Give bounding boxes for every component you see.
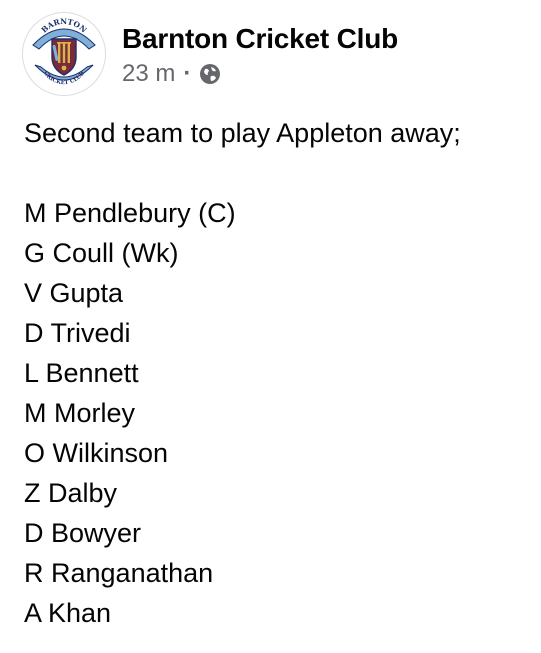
player-item: Z Dalby (24, 478, 118, 508)
player-item: D Bowyer (24, 518, 142, 548)
player-item: O Wilkinson (24, 438, 169, 468)
post-timestamp[interactable]: 23 m (122, 60, 175, 88)
player-item: V Gupta (24, 278, 124, 308)
player-item: A Khan (24, 598, 112, 628)
player-item: L Bennett (24, 358, 139, 388)
globe-icon[interactable] (199, 63, 221, 85)
player-item: M Pendlebury (C) (24, 198, 236, 228)
page-name-link[interactable]: Barnton Cricket Club (122, 22, 398, 56)
player-list: M Pendlebury (C) G Coull (Wk) V Gupta D … (24, 193, 524, 633)
post-header: BARNTON CRICKET CLUB Barnton Cricket Clu… (22, 12, 398, 96)
post-intro-text: Second team to play Appleton away; (24, 118, 461, 148)
separator-dot: · (183, 60, 192, 87)
post-body: Second team to play Appleton away; M Pen… (24, 113, 524, 633)
player-item: G Coull (Wk) (24, 238, 179, 268)
club-crest-logo: BARNTON CRICKET CLUB (29, 17, 99, 89)
post-subline: 23 m · (122, 60, 398, 88)
page-avatar[interactable]: BARNTON CRICKET CLUB (22, 12, 106, 96)
player-item: D Trivedi (24, 318, 131, 348)
post-meta: Barnton Cricket Club 23 m · (122, 12, 398, 88)
player-item: M Morley (24, 398, 136, 428)
player-item: R Ranganathan (24, 558, 214, 588)
facebook-post: BARNTON CRICKET CLUB Barnton Cricket Clu… (0, 0, 541, 653)
